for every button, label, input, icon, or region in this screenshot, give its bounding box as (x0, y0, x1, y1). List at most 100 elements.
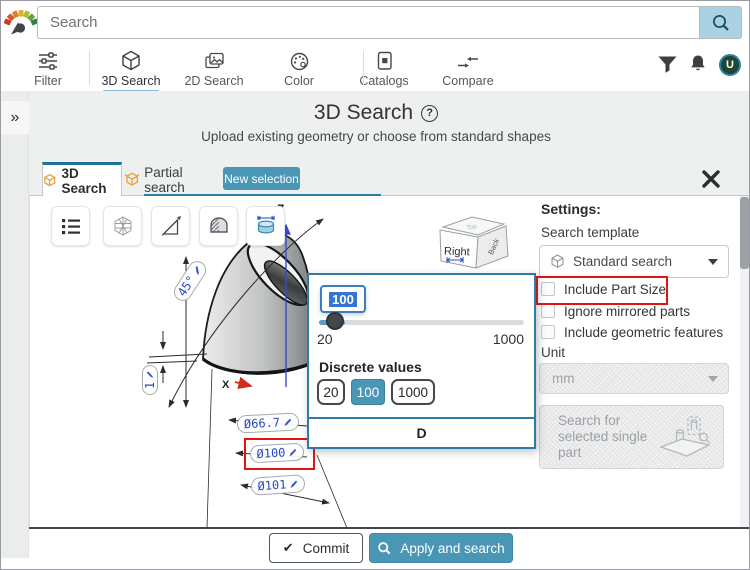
images-icon (174, 49, 254, 72)
settings-title: Settings: (541, 201, 601, 217)
cube-icon (91, 49, 171, 72)
search-input[interactable] (37, 6, 699, 39)
checkbox-row-geometric-features[interactable]: Include geometric features (541, 322, 723, 342)
mesh-view-button[interactable] (103, 206, 142, 246)
solid-part-icon (207, 214, 231, 238)
search-single-part-button-disabled: Search for selected single part (539, 405, 724, 469)
geometric-features-checkbox[interactable] (541, 325, 555, 339)
search-button[interactable] (699, 6, 742, 39)
search-single-part-label: Search for selected single part (558, 413, 658, 461)
nav-label-compare: Compare (428, 74, 508, 88)
cube-icon-orange (43, 173, 57, 188)
apply-and-search-button[interactable]: Apply and search (369, 533, 513, 563)
viewcube-front-label: Right (444, 246, 470, 259)
list-icon (59, 214, 83, 238)
search-bar (37, 6, 742, 39)
pencil-icon (288, 447, 297, 456)
search-template-value: Standard search (573, 254, 672, 269)
search-template-select[interactable]: Standard search (539, 245, 729, 278)
dimension-slider-thumb[interactable] (326, 312, 344, 330)
cube-icon-gray (550, 254, 565, 269)
settings-scrollbar-thumb[interactable] (740, 197, 749, 269)
nav-divider (89, 51, 90, 85)
commit-button[interactable]: ✔ Commit (269, 533, 363, 563)
pencil-icon (283, 417, 292, 426)
solid-view-button[interactable] (199, 206, 238, 246)
dimension-bubble-d101[interactable]: Ø101 (250, 474, 305, 496)
user-avatar[interactable]: U (719, 54, 741, 76)
dimension-popup: 100 20 1000 Discrete values 20 100 1000 … (307, 273, 536, 449)
discrete-values-title: Discrete values (319, 359, 422, 375)
app-window: Filter 3D Search (0, 0, 750, 570)
list-view-button[interactable] (51, 206, 90, 246)
tab-partial-search-label: Partial search (144, 165, 223, 195)
pencil-icon (289, 479, 299, 489)
cylinder-dimension-button[interactable] (246, 206, 285, 246)
nav-tab-compare[interactable]: Compare (428, 49, 508, 88)
unit-select-disabled: mm (539, 363, 729, 394)
dimension-value-input[interactable]: 100 (320, 285, 366, 313)
ignore-mirrored-label: Ignore mirrored parts (564, 304, 690, 319)
nav-label-3d-search: 3D Search (91, 74, 171, 88)
discrete-option-1000[interactable]: 1000 (391, 379, 435, 405)
bell-icon[interactable] (689, 54, 707, 73)
dimension-name-bar: D (309, 417, 534, 447)
page-heading: 3D Search ? (1, 101, 750, 125)
check-icon: ✔ (283, 540, 294, 556)
view-cube[interactable]: Right Back Top (440, 217, 508, 268)
dimension-slider-track[interactable] (319, 320, 524, 325)
x-axis (235, 382, 251, 386)
chevron-down-icon (708, 376, 718, 382)
protractor-icon (159, 214, 183, 238)
nav-tab-catalogs[interactable]: Catalogs (344, 49, 424, 88)
x-axis-label: X (222, 379, 230, 391)
help-icon[interactable]: ? (421, 105, 438, 122)
cylinder-measure-icon (254, 214, 278, 238)
single-part-select-icon (658, 414, 712, 460)
nav-label-2d-search: 2D Search (174, 74, 254, 88)
dimension-name: D (416, 425, 426, 441)
avatar-letter: U (726, 59, 734, 71)
ignore-mirrored-checkbox[interactable] (541, 304, 555, 318)
sliders-icon (8, 49, 88, 72)
tab-3d-search-label: 3D Search (62, 166, 121, 196)
nav-toolbar: Filter 3D Search (1, 45, 750, 92)
dimension-bubble-lip[interactable]: 1 (142, 365, 158, 395)
checkbox-row-ignore-mirrored[interactable]: Ignore mirrored parts (541, 301, 690, 321)
nav-tab-2d-search[interactable]: 2D Search (174, 49, 254, 88)
chevron-down-icon (708, 259, 718, 265)
new-selection-button[interactable]: New selection (223, 167, 300, 190)
geometric-features-label: Include geometric features (564, 325, 723, 340)
funnel-icon[interactable] (658, 56, 677, 73)
measure-button[interactable] (151, 206, 190, 246)
nav-tab-filter[interactable]: Filter (8, 49, 88, 88)
nav-tab-color[interactable]: Color (259, 49, 339, 88)
mesh-icon (111, 214, 135, 238)
close-icon[interactable] (700, 168, 722, 190)
discrete-option-20[interactable]: 20 (317, 379, 345, 405)
pencil-icon (190, 264, 202, 276)
collapsed-sidebar (1, 91, 29, 558)
unit-value: mm (552, 371, 575, 386)
dimension-bubble-d66[interactable]: Ø66.7 (237, 412, 300, 433)
nav-label-color: Color (259, 74, 339, 88)
dimension-bubble-d100[interactable]: Ø100 (250, 443, 305, 464)
nav-tab-3d-search[interactable]: 3D Search (91, 49, 171, 93)
slider-min-label: 20 (317, 331, 333, 347)
unit-label: Unit (541, 345, 565, 360)
nav-divider (363, 51, 364, 85)
nav-label-catalogs: Catalogs (344, 74, 424, 88)
search-icon (377, 541, 392, 556)
checkbox-row-include-part-size[interactable]: Include Part Size (541, 279, 666, 299)
page-subtitle: Upload existing geometry or choose from … (1, 129, 750, 144)
discrete-option-100[interactable]: 100 (351, 379, 385, 405)
app-logo-gauge-icon (4, 5, 38, 41)
dimension-value: 100 (329, 292, 357, 307)
pencil-icon (146, 371, 154, 379)
include-part-size-checkbox[interactable] (541, 282, 555, 296)
compare-icon (428, 49, 508, 72)
tab-partial-search[interactable]: Partial search (125, 164, 223, 195)
cube-open-icon-orange (125, 172, 139, 187)
part-model[interactable] (147, 233, 334, 374)
tab-3d-search[interactable]: 3D Search (42, 162, 122, 196)
